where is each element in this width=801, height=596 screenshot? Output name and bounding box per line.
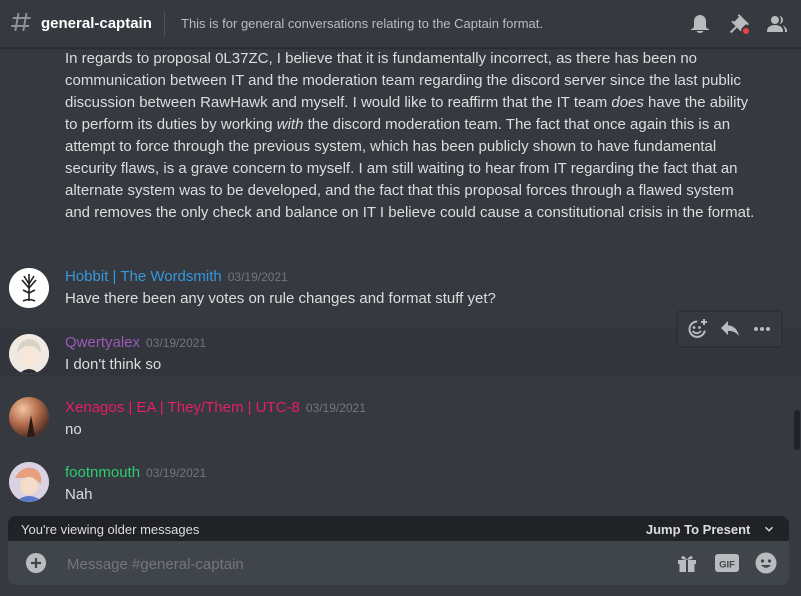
older-messages-text: You're viewing older messages: [21, 522, 200, 537]
username[interactable]: footnmouth 03/19/2021: [65, 464, 206, 481]
gift-icon[interactable]: [675, 551, 699, 575]
chevron-down-icon: [764, 526, 774, 532]
timestamp: 03/19/2021: [146, 336, 207, 350]
hashtag-icon: [11, 13, 31, 31]
gif-icon[interactable]: GIF: [714, 551, 740, 575]
channel-name: general-captain: [41, 15, 152, 32]
message-input[interactable]: [65, 541, 659, 587]
message-text: no: [65, 421, 82, 438]
bell-icon[interactable]: [688, 12, 712, 36]
username[interactable]: Hobbit | The Wordsmith 03/19/2021: [65, 268, 288, 285]
emoji-icon[interactable]: [754, 551, 778, 575]
jump-to-present-button[interactable]: Jump To Present: [646, 522, 776, 537]
plus-icon[interactable]: [24, 551, 48, 575]
timestamp: 03/19/2021: [227, 270, 288, 284]
message-item: Xenagos | EA | They/Them | UTC-8 03/19/20…: [0, 393, 801, 441]
pin-icon[interactable]: [727, 12, 751, 36]
channel-topic[interactable]: This is for general conversations relati…: [181, 16, 543, 31]
avatar[interactable]: [9, 397, 49, 437]
avatar[interactable]: [9, 334, 49, 374]
username[interactable]: Qwertyalex 03/19/2021: [65, 334, 206, 351]
scrollbar-thumb[interactable]: [794, 410, 800, 450]
timestamp: 03/19/2021: [146, 466, 207, 480]
message-text: Nah: [65, 486, 93, 503]
username[interactable]: Xenagos | EA | They/Them | UTC-8 03/19/20…: [65, 399, 366, 416]
jump-label: Jump To Present: [645, 522, 751, 537]
more-icon[interactable]: [750, 317, 774, 341]
avatar[interactable]: [9, 462, 49, 502]
add-reaction-icon[interactable]: [685, 317, 709, 341]
avatar[interactable]: [9, 268, 49, 308]
svg-text:GIF: GIF: [719, 560, 735, 571]
message-actions-toolbar: [677, 311, 782, 347]
message-list: In regards to proposal 0L37ZC, I believe…: [0, 48, 801, 518]
older-messages-bar: You're viewing older messages Jump To Pr…: [8, 516, 789, 544]
header-divider: [164, 12, 165, 36]
message-item: Hobbit | The Wordsmith 03/19/2021 Have th…: [0, 260, 801, 316]
message-text: I don't think so: [65, 356, 162, 373]
members-icon[interactable]: [765, 12, 789, 36]
timestamp: 03/19/2021: [305, 401, 366, 415]
message-item: footnmouth 03/19/2021 Nah: [0, 458, 801, 506]
channel-header: general-captain This is for general conv…: [0, 0, 801, 48]
message-text-continued: In regards to proposal 0L37ZC, I believe…: [65, 50, 755, 221]
message-text: Have there been any votes on rule change…: [65, 290, 496, 307]
reply-icon[interactable]: [718, 317, 742, 341]
message-composer: GIF: [8, 541, 789, 587]
